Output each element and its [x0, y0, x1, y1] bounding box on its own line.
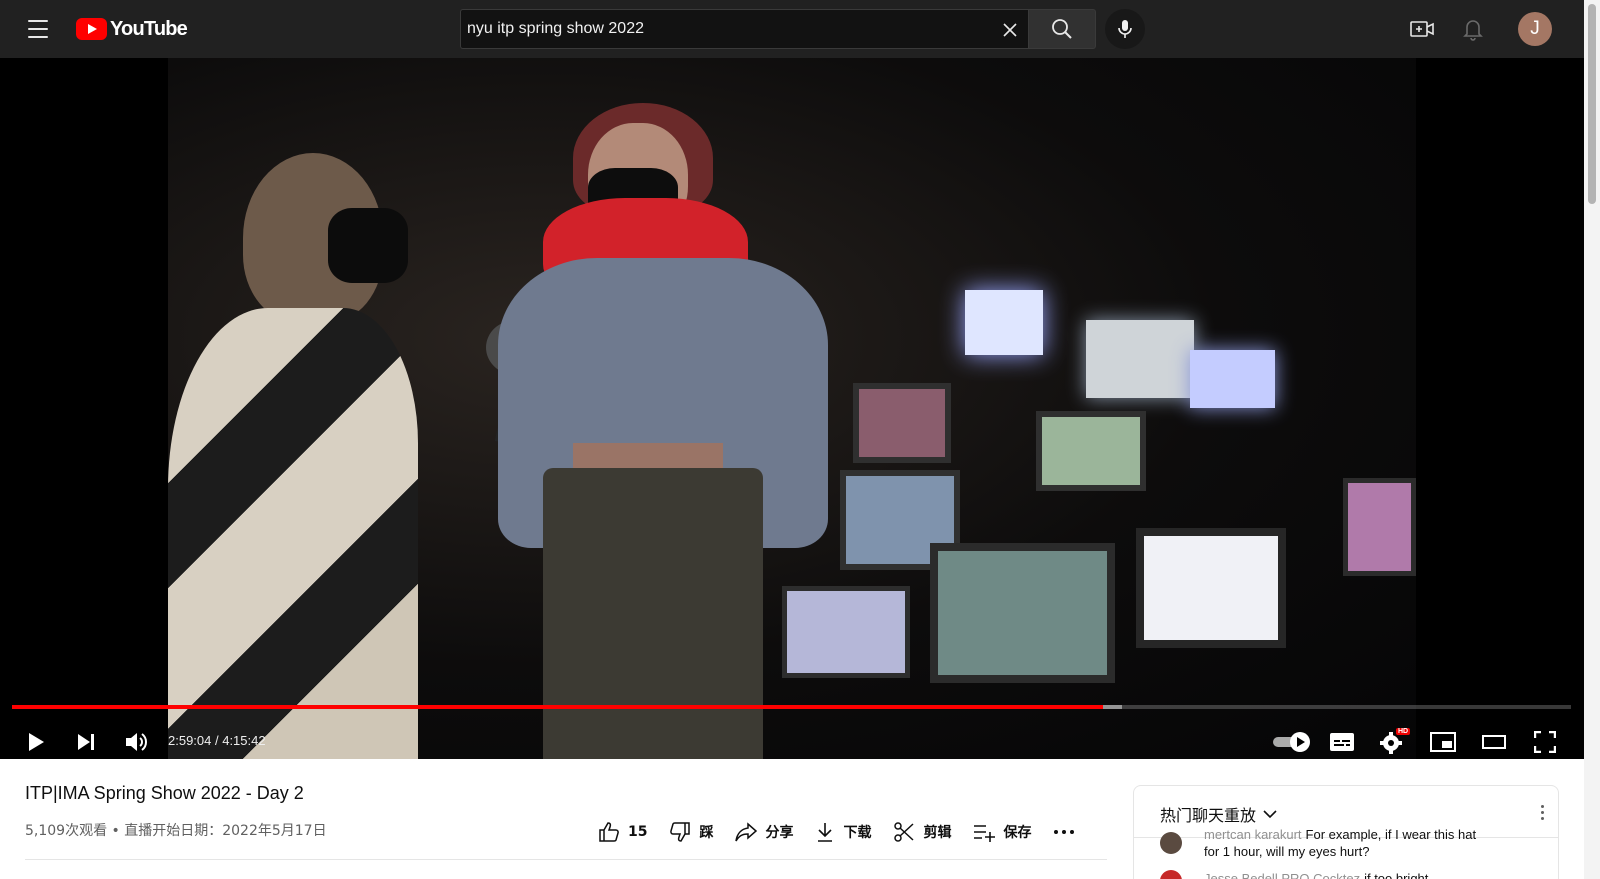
video-camera-plus-icon: [1410, 21, 1434, 37]
chat-message-text: Jesse Bedell PRO Cocktez if too bright: [1204, 870, 1428, 879]
person-left-dress: [168, 308, 418, 759]
chat-author: Jesse Bedell PRO Cocktez: [1204, 871, 1361, 879]
bell-icon: [1463, 20, 1483, 41]
progress-bar[interactable]: [12, 705, 1571, 709]
tv-screen: [782, 586, 910, 678]
subtitles-icon: [1330, 733, 1354, 751]
tv-screen: [965, 290, 1043, 355]
settings-button[interactable]: HD: [1374, 724, 1411, 759]
download-icon: [818, 823, 833, 842]
person-left-mask: [328, 208, 408, 283]
next-button[interactable]: [68, 724, 104, 759]
divider: [25, 859, 1107, 860]
youtube-watch-page: YouTube J: [0, 0, 1600, 879]
miniplayer-button[interactable]: [1425, 724, 1461, 759]
chat-message-text: mertcan karakurt For example, if I wear t…: [1204, 826, 1476, 860]
like-count: 15: [628, 824, 648, 840]
share-icon: [735, 822, 758, 842]
account-avatar[interactable]: J: [1518, 12, 1552, 46]
clip-button[interactable]: 剪辑: [893, 821, 951, 843]
fullscreen-button[interactable]: [1527, 724, 1563, 759]
notifications-button[interactable]: [1459, 15, 1487, 43]
thumbs-down-icon: [670, 822, 691, 842]
like-button[interactable]: 15: [598, 821, 647, 843]
chat-avatar: [1160, 870, 1182, 879]
theater-mode-button[interactable]: [1476, 724, 1512, 759]
youtube-logo[interactable]: YouTube: [76, 17, 188, 41]
person-center-pants: [543, 468, 763, 759]
chat-more-options-icon[interactable]: [1530, 800, 1554, 824]
chat-mode-dropdown[interactable]: 热门聊天重放: [1160, 802, 1278, 826]
youtube-play-icon: [76, 18, 107, 40]
play-button[interactable]: [18, 724, 54, 759]
search-button[interactable]: [1028, 9, 1096, 49]
action-bar: 15 踩 分享 下载 剪辑 保存: [598, 818, 1083, 846]
theater-mode-icon: [1482, 735, 1506, 749]
scissors-icon: [894, 822, 914, 842]
tv-screen: [1036, 411, 1146, 491]
chevron-down-icon: [1263, 810, 1277, 819]
volume-icon: [126, 733, 147, 751]
search-box: [460, 9, 1028, 49]
page-scrollbar[interactable]: [1584, 0, 1600, 879]
tv-screen: [1086, 320, 1194, 398]
skip-next-icon: [78, 734, 94, 750]
menu-icon[interactable]: [22, 16, 54, 42]
thumbs-up-icon: [599, 822, 619, 842]
microphone-icon: [1118, 20, 1132, 38]
clear-search-icon[interactable]: [999, 19, 1021, 41]
chat-message: mertcan karakurt For example, if I wear t…: [1134, 826, 1558, 860]
share-button[interactable]: 分享: [735, 821, 793, 843]
dislike-label: 踩: [699, 825, 714, 841]
logo-text: YouTube: [110, 17, 188, 40]
top-bar: YouTube J: [0, 0, 1584, 58]
scrollbar-thumb[interactable]: [1588, 4, 1596, 204]
clip-label: 剪辑: [923, 825, 952, 841]
dislike-button[interactable]: 踩: [669, 821, 713, 843]
chat-message-line1: For example, if I wear this hat: [1305, 827, 1477, 842]
volume-button[interactable]: [118, 724, 154, 759]
hd-badge: HD: [1396, 728, 1411, 735]
subtitles-button[interactable]: [1324, 724, 1360, 759]
share-label: 分享: [765, 825, 794, 841]
download-label: 下载: [843, 825, 872, 841]
tv-screen: [1343, 478, 1416, 576]
create-video-button[interactable]: [1408, 15, 1436, 43]
more-horizontal-icon: [1054, 830, 1075, 834]
chat-message: Jesse Bedell PRO Cocktez if too bright: [1134, 870, 1558, 879]
video-title: ITP|IMA Spring Show 2022 - Day 2: [25, 783, 304, 803]
chat-header-title: 热门聊天重放: [1160, 806, 1257, 825]
progress-played: [12, 705, 1104, 709]
chat-message-line2: for 1 hour, will my eyes hurt?: [1204, 844, 1370, 859]
save-button[interactable]: 保存: [973, 822, 1031, 842]
download-button[interactable]: 下载: [815, 821, 871, 843]
tv-screen: [853, 383, 951, 463]
playlist-add-icon: [974, 825, 996, 842]
voice-search-button[interactable]: [1105, 9, 1145, 49]
search-input[interactable]: [461, 10, 981, 48]
search-icon: [1052, 19, 1072, 39]
fullscreen-icon: [1534, 731, 1556, 753]
chat-avatar: [1160, 832, 1182, 854]
video-meta: 5,109次观看 • 直播开始日期：2022年5月17日: [25, 823, 327, 839]
more-actions-button[interactable]: [1053, 829, 1083, 835]
tv-screen: [1136, 528, 1286, 648]
play-icon: [29, 733, 44, 751]
miniplayer-icon: [1430, 732, 1456, 752]
chat-message-line1: if too bright: [1364, 871, 1429, 879]
autoplay-toggle[interactable]: [1270, 724, 1314, 759]
save-label: 保存: [1003, 825, 1032, 841]
tv-screen: [930, 543, 1115, 683]
video-player[interactable]: 2:59:04 / 4:15:42 HD: [0, 58, 1584, 759]
time-display: 2:59:04 / 4:15:42: [168, 733, 266, 748]
tv-screen: [1190, 350, 1275, 408]
chat-replay-panel: 热门聊天重放 mertcan karakurt For example, if I…: [1133, 785, 1559, 879]
autoplay-toggle-icon: [1273, 732, 1310, 752]
chat-author: mertcan karakurt: [1204, 827, 1302, 842]
video-frame: [168, 58, 1416, 759]
